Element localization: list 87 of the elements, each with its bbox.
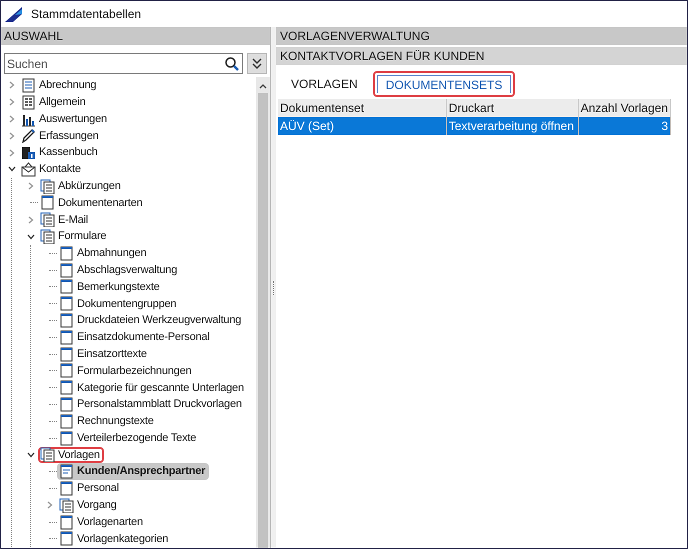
chevron-down-icon[interactable]: [8, 165, 16, 174]
chevron-right-icon[interactable]: [27, 182, 35, 190]
table-cell: Textverarbeitung öffnen: [446, 117, 578, 135]
chevron-right-icon[interactable]: [8, 148, 16, 157]
form-icon: [59, 464, 74, 480]
tab[interactable]: VORLAGEN: [278, 71, 371, 97]
chevron-down-icon[interactable]: [27, 232, 35, 241]
tree-item[interactable]: Druckdateien Werkzeugverwaltung: [57, 312, 246, 329]
documents-icon: [40, 212, 55, 228]
grid-document-icon: [21, 94, 36, 110]
tree-item[interactable]: Vorlagenarten: [57, 514, 147, 531]
panel-header: AUSWAHL: [1, 27, 270, 45]
cash-register-icon: [21, 145, 36, 160]
tree-item[interactable]: Einsatzorttexte: [57, 346, 151, 363]
tree-item[interactable]: Allgemein: [19, 94, 90, 111]
tree-item[interactable]: Erfassungen: [19, 127, 103, 144]
page-icon: [59, 481, 74, 496]
panel-subheader: KONTAKTVORLAGEN FÜR KUNDEN: [276, 47, 687, 65]
search-input[interactable]: Suchen: [7, 54, 224, 72]
page-icon: [59, 246, 74, 261]
documents-icon: [40, 447, 55, 462]
page-icon: [59, 380, 74, 396]
page-icon: [59, 330, 74, 345]
documents-icon: [59, 498, 74, 513]
column-header[interactable]: Anzahl Vorlagen: [578, 99, 670, 117]
tree-item[interactable]: Verteilerbezogende Texte: [57, 430, 200, 447]
tree-item[interactable]: Bemerkungstexte: [57, 278, 164, 296]
tree-item[interactable]: Formularbezeichnungen: [57, 362, 196, 380]
tree-item[interactable]: Abmahnungen: [57, 244, 150, 262]
page-icon: [59, 414, 74, 429]
scroll-thumb[interactable]: [258, 93, 268, 548]
documents-icon: [40, 229, 55, 244]
column-header[interactable]: Dokumentenset: [278, 99, 446, 117]
tree-item[interactable]: Formulare: [38, 228, 110, 245]
tree-item[interactable]: Abkürzungen: [38, 178, 125, 195]
search-field[interactable]: Suchen: [4, 53, 243, 74]
window-title: Stammdatentabellen: [31, 6, 142, 23]
page-icon: [40, 195, 55, 210]
chevron-down-icon[interactable]: [27, 450, 35, 459]
chevron-right-icon[interactable]: [27, 216, 35, 224]
double-chevron-icon: [252, 58, 262, 70]
tree-item[interactable]: Personal: [57, 480, 123, 497]
table-cell: AÜV (Set): [278, 117, 446, 135]
tree-item[interactable]: Vorlagenkategorien: [57, 530, 172, 548]
tree-item[interactable]: Auswertungen: [19, 110, 111, 128]
chevron-right-icon[interactable]: [8, 132, 16, 140]
search-icon: [224, 56, 240, 72]
page-icon: [59, 514, 74, 530]
tree-item[interactable]: Kategorie für gescannte Unterlagen: [57, 379, 248, 396]
page-icon: [59, 363, 74, 378]
pen-icon: [21, 128, 36, 144]
panel-header: VORLAGENVERWALTUNG: [276, 27, 687, 45]
page-icon: [59, 262, 74, 278]
scroll-up-icon: [259, 83, 267, 89]
chevron-right-icon[interactable]: [8, 114, 16, 123]
documents-icon: [40, 178, 55, 194]
tree-item[interactable]: E-Mail: [38, 211, 92, 228]
envelope-icon: [21, 162, 36, 177]
page-icon: [59, 296, 74, 312]
tree-item[interactable]: Dokumentengruppen: [57, 295, 180, 312]
table-row[interactable]: AÜV (Set) Textverarbeitung öffnen 3: [278, 117, 670, 135]
tree-item[interactable]: Kassenbuch: [19, 144, 102, 161]
chevron-right-icon[interactable]: [46, 501, 54, 510]
tree-item[interactable]: Personalstammblatt Druckvorlagen: [57, 396, 246, 413]
page-icon: [59, 279, 74, 294]
tree-item[interactable]: Abschlagsverwaltung: [57, 262, 182, 279]
tree-item[interactable]: Abrechnung: [19, 77, 100, 94]
list-document-icon: [21, 78, 36, 93]
scrollbar[interactable]: [256, 77, 270, 548]
tree-item[interactable]: Kontakte: [19, 160, 85, 178]
tree-item[interactable]: Kunden/Ansprechpartner: [57, 463, 210, 480]
tree-item[interactable]: Vorgang: [57, 496, 121, 514]
app-logo-icon: [5, 6, 23, 22]
tab[interactable]: DOKUMENTENSETS: [372, 71, 516, 97]
page-icon: [59, 531, 74, 546]
column-header[interactable]: Druckart: [446, 99, 578, 117]
page-icon: [59, 430, 74, 446]
tree-item[interactable]: Rechnungstexte: [57, 412, 158, 430]
table-cell: 3: [578, 117, 670, 135]
chevron-right-icon[interactable]: [8, 81, 16, 90]
expand-all-button[interactable]: [247, 53, 267, 74]
page-icon: [59, 397, 74, 412]
page-icon: [59, 313, 74, 328]
chevron-right-icon[interactable]: [8, 98, 16, 106]
tree-item[interactable]: Dokumentenarten: [38, 194, 146, 212]
page-icon: [59, 346, 74, 362]
tree-item[interactable]: Einsatzdokumente-Personal: [57, 328, 214, 346]
